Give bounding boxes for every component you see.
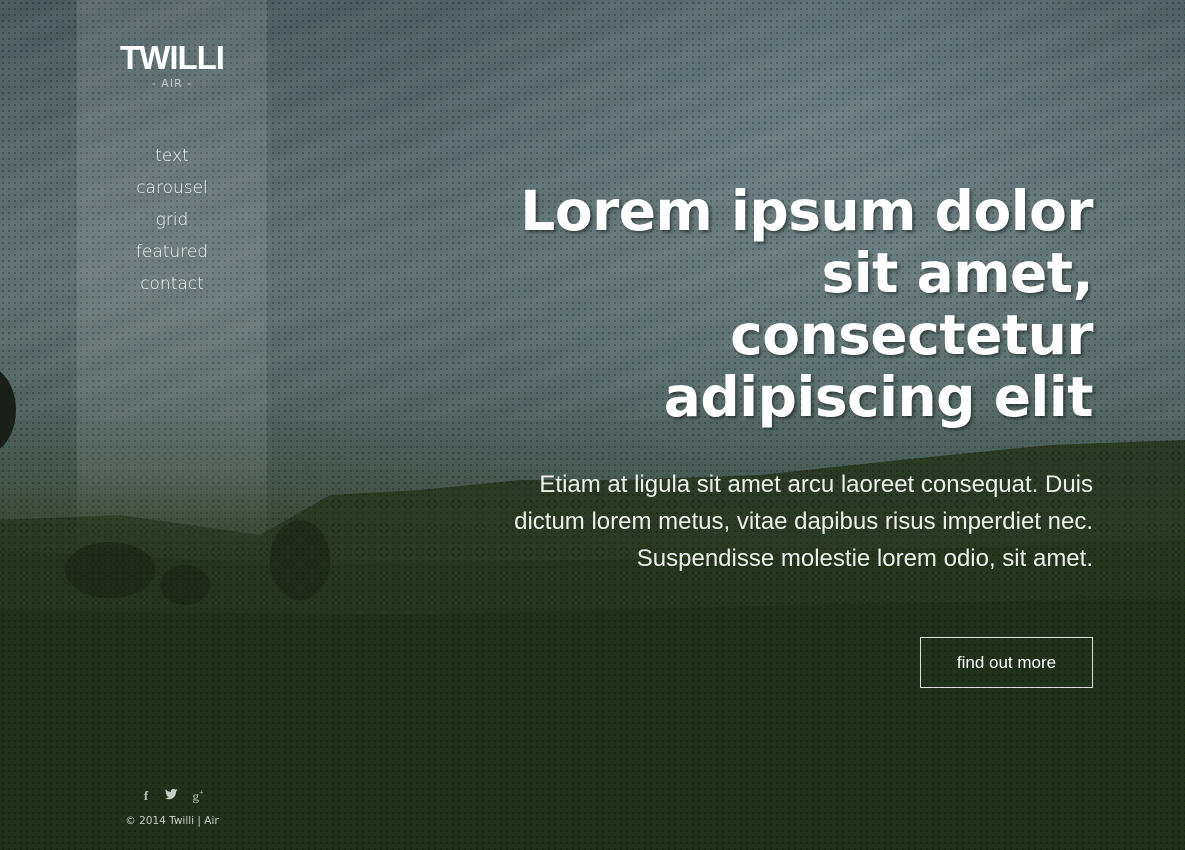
social-links: f g+ [77,788,267,804]
nav-item-carousel[interactable]: carousel [77,172,267,204]
logo[interactable]: TWILLI [77,40,267,76]
find-out-more-button[interactable]: find out more [920,637,1093,688]
logo-subtitle: - AIR - [151,77,193,90]
main-nav: text carousel grid featured contact [77,140,267,300]
copyright: © 2014 Twilli | Air [125,815,219,827]
twitter-icon[interactable] [165,788,179,804]
hero-body: Etiam at ligula sit amet arcu laoreet co… [514,471,1093,572]
nav-item-text[interactable]: text [77,140,267,172]
sidebar: TWILLI - AIR - text carousel grid featur… [77,0,267,850]
google-plus-icon[interactable]: g+ [191,788,205,804]
nav-item-grid[interactable]: grid [77,204,267,236]
hero: Lorem ipsum dolor sit amet, consectetur … [470,180,1093,577]
facebook-icon[interactable]: f [139,788,153,804]
nav-item-featured[interactable]: featured [77,236,267,268]
nav-item-contact[interactable]: contact [77,268,267,300]
hero-title: Lorem ipsum dolor sit amet, consectetur … [520,179,1093,429]
